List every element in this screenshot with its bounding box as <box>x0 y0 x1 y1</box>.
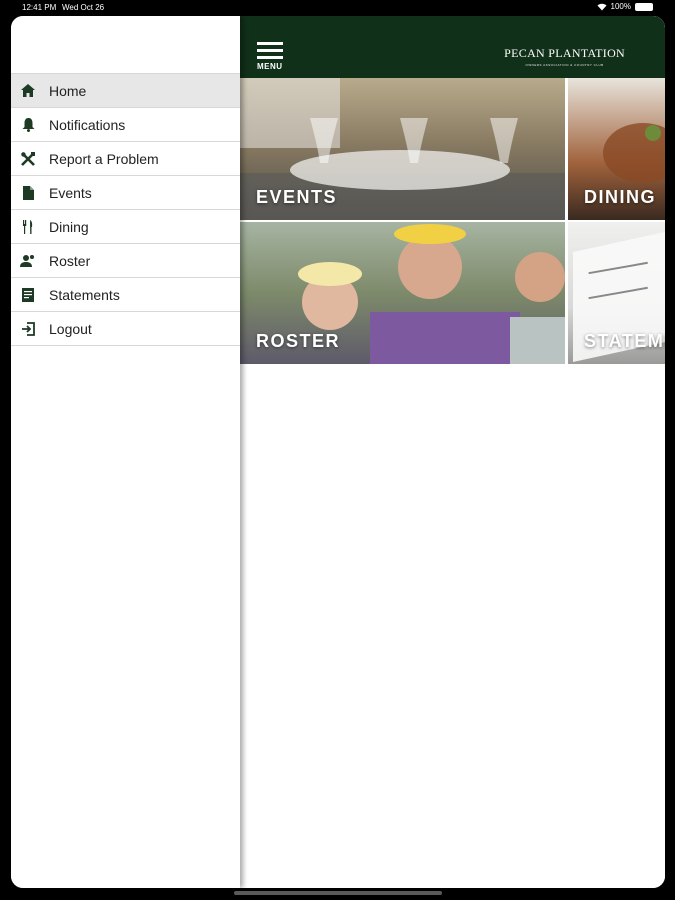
drawer-item-label: Roster <box>49 252 91 269</box>
club-logo: PECAN PLANTATION OWNERS ASSOCIATION & CO… <box>504 46 625 67</box>
tile-label: EVENTS <box>256 187 338 207</box>
drawer-item-report-problem[interactable]: Report a Problem <box>11 142 240 176</box>
tile-dining[interactable]: DINING <box>568 78 665 220</box>
app-header: MENU PECAN PLANTATION OWNERS ASSOCIATION… <box>240 16 665 78</box>
hamburger-icon-bar <box>257 56 283 59</box>
drawer-item-roster[interactable]: Roster <box>11 244 240 278</box>
utensils-icon <box>20 219 36 235</box>
drawer-item-label: Notifications <box>49 116 126 133</box>
drawer-item-notifications[interactable]: Notifications <box>11 108 240 142</box>
tools-icon <box>20 151 36 167</box>
drawer-list: Home Notifications Report a Problem Even… <box>11 73 240 346</box>
drawer-item-statements[interactable]: Statements <box>11 278 240 312</box>
menu-label: MENU <box>257 62 283 71</box>
battery-percent: 100% <box>610 2 631 11</box>
home-icon <box>20 83 36 99</box>
drawer-item-logout[interactable]: Logout <box>11 312 240 346</box>
people-icon <box>20 253 36 269</box>
tile-roster[interactable]: ROSTER <box>240 222 565 364</box>
nav-drawer: Home Notifications Report a Problem Even… <box>11 16 240 888</box>
tile-label: STATEMENTS <box>584 331 665 351</box>
home-indicator[interactable] <box>234 891 442 895</box>
drawer-item-label: Report a Problem <box>49 150 159 167</box>
main-content: MENU PECAN PLANTATION OWNERS ASSOCIATION… <box>240 16 665 888</box>
status-time: 12:41 PM <box>22 3 57 12</box>
drawer-item-label: Logout <box>49 320 92 337</box>
drawer-item-label: Dining <box>49 218 89 235</box>
drawer-item-label: Events <box>49 184 92 201</box>
tile-statements[interactable]: STATEMENTS <box>568 222 665 364</box>
hamburger-icon-bar <box>257 49 283 52</box>
document-icon <box>20 185 36 201</box>
battery-icon <box>635 2 653 11</box>
app-window: Home Notifications Report a Problem Even… <box>11 16 665 888</box>
logout-icon <box>20 321 36 337</box>
drawer-item-events[interactable]: Events <box>11 176 240 210</box>
statement-icon <box>20 287 36 303</box>
hamburger-icon <box>257 42 283 45</box>
home-tiles: EVENTS DINING ROSTER STATEM <box>240 78 665 364</box>
drawer-item-home[interactable]: Home <box>11 74 240 108</box>
status-right: 100% <box>597 2 653 11</box>
tile-label: ROSTER <box>256 331 341 351</box>
drawer-item-dining[interactable]: Dining <box>11 210 240 244</box>
logo-subtitle: OWNERS ASSOCIATION & COUNTRY CLUB <box>525 63 604 67</box>
status-bar: 12:41 PM Wed Oct 26 100% <box>0 0 675 16</box>
drawer-item-label: Home <box>49 82 87 99</box>
bell-icon <box>20 117 36 133</box>
wifi-icon <box>597 3 607 10</box>
tile-label: DINING <box>584 187 656 207</box>
logo-name: PECAN PLANTATION <box>504 46 625 60</box>
drawer-item-label: Statements <box>49 286 120 303</box>
menu-button[interactable]: MENU <box>257 42 285 72</box>
status-date: Wed Oct 26 <box>62 3 105 12</box>
tile-events[interactable]: EVENTS <box>240 78 565 220</box>
